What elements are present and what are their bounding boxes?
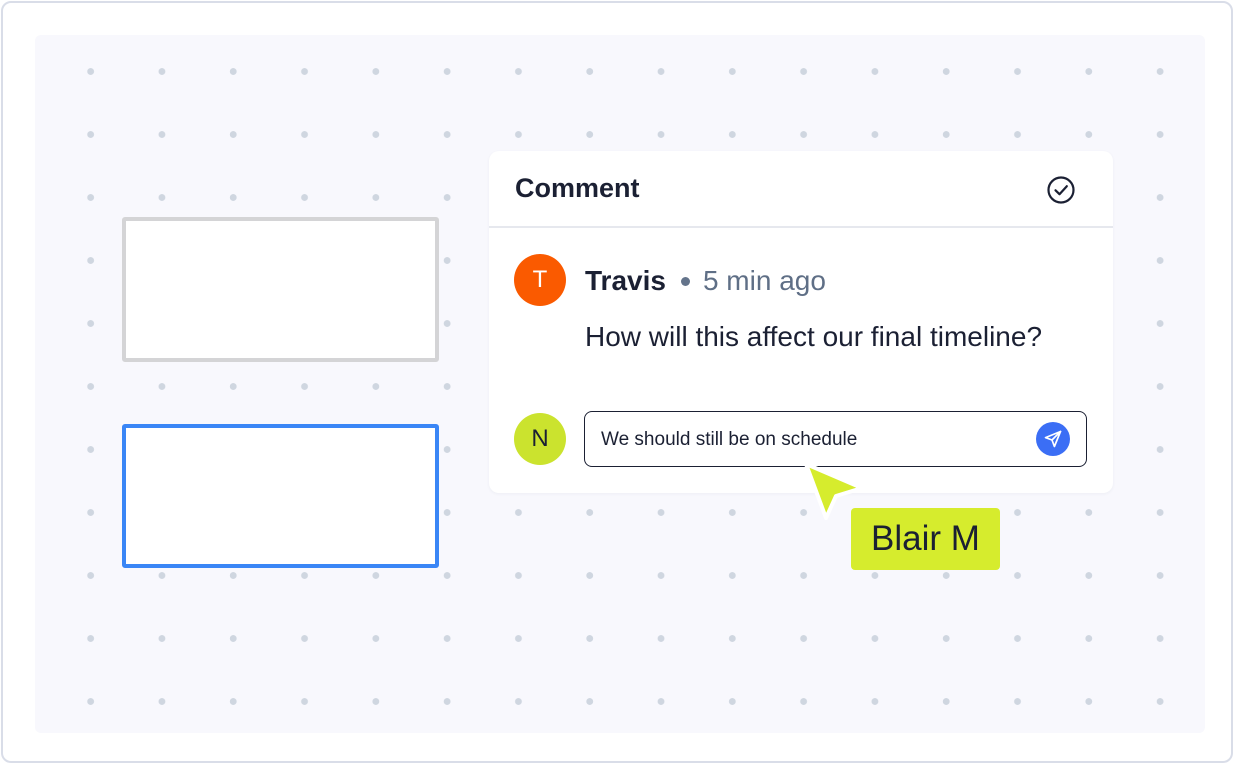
reply-avatar: N: [514, 413, 566, 465]
separator-dot: [680, 276, 690, 286]
comment-timestamp: 5 min ago: [702, 265, 826, 296]
comment-body: How will this affect our final timeline?: [585, 321, 1043, 352]
avatar: T: [514, 254, 566, 306]
comment-panel-title: Comment: [515, 173, 640, 203]
canvas-rectangle-selected[interactable]: [122, 424, 439, 568]
reply-input-value[interactable]: We should still be on schedule: [601, 429, 857, 451]
comment-author: Travis: [585, 265, 666, 296]
comment-panel-header: Comment: [489, 151, 1113, 228]
comment-meta: Travis 5 min ago: [585, 265, 826, 297]
comment-panel: Comment T Travis 5 min ago How will this…: [489, 151, 1113, 493]
canvas-rectangle[interactable]: [122, 217, 439, 362]
send-icon: [1044, 430, 1062, 448]
send-button[interactable]: [1036, 422, 1070, 456]
collaborator-cursor-label: Blair M: [851, 508, 1000, 570]
check-circle-icon[interactable]: [1046, 175, 1076, 205]
